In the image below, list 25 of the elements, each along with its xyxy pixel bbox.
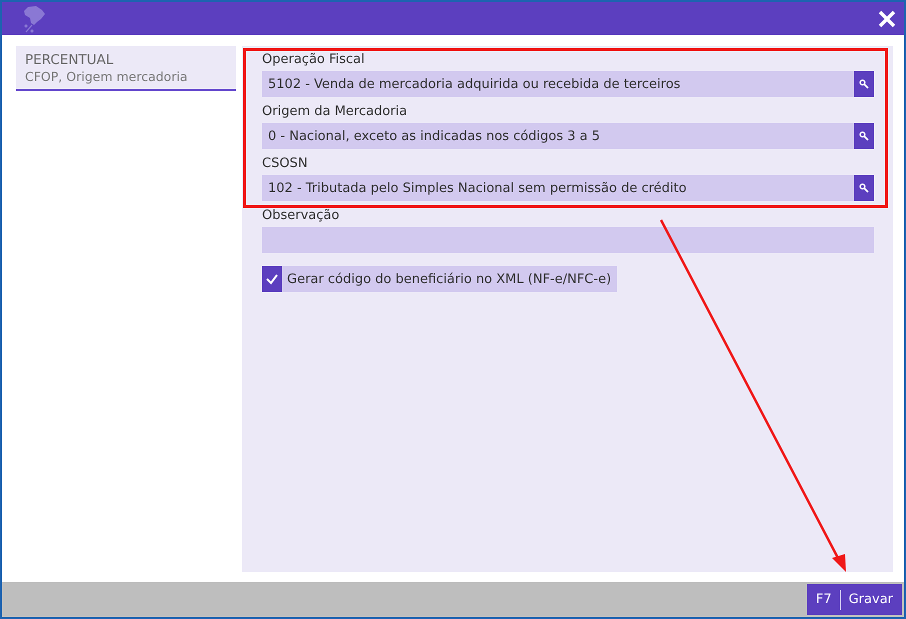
button-label: Gravar: [848, 592, 893, 607]
sidebar-item[interactable]: PERCENTUAL CFOP, Origem mercadoria: [16, 46, 236, 91]
save-button[interactable]: F7 Gravar: [806, 584, 902, 615]
field-label: Operação Fiscal: [262, 51, 366, 69]
checkbox-label: Gerar código do beneficiário no XML (NF-e/NFC-e): [286, 272, 612, 286]
lookup-field[interactable]: 0 - Nacional, exceto as indicadas nos códigos 3 a 5: [262, 123, 874, 149]
close-button[interactable]: [878, 10, 896, 28]
close-icon: [878, 10, 896, 28]
check-icon: [265, 272, 279, 286]
search-icon: [859, 183, 869, 193]
map-percent-icon: [22, 4, 46, 32]
search-button[interactable]: [854, 175, 874, 201]
input-field[interactable]: [262, 227, 874, 253]
search-button[interactable]: [854, 123, 874, 149]
lookup-field[interactable]: 5102 - Venda de mercadoria adquirida ou recebida de terceiros: [262, 71, 874, 97]
shortcut-key: F7: [816, 592, 832, 607]
search-button[interactable]: [854, 71, 874, 97]
lookup-field[interactable]: 102 - Tributada pelo Simples Nacional sem permissão de crédito: [262, 175, 874, 201]
field-label: Origem da Mercadoria: [262, 103, 408, 121]
search-icon: [859, 131, 869, 141]
field-label: CSOSN: [262, 155, 309, 173]
search-icon: [859, 79, 869, 89]
checkbox[interactable]: [262, 266, 282, 292]
field-label: Observação: [262, 207, 340, 225]
checkbox-row[interactable]: Gerar código do beneficiário no XML (NF-e/NFC-e): [262, 266, 618, 292]
